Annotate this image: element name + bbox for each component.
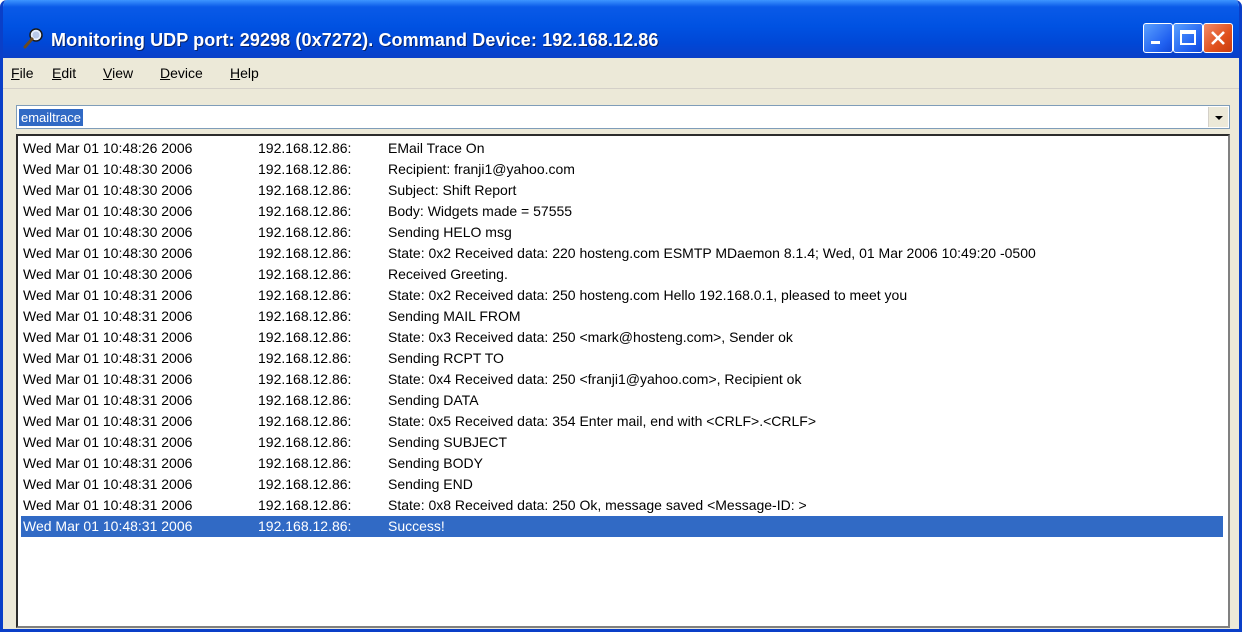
log-message: Sending END [388,476,473,492]
log-time: Wed Mar 01 10:48:31 2006 [23,287,193,303]
log-row[interactable]: Wed Mar 01 10:48:31 2006 192.168.12.86: St… [21,285,1223,306]
log-message: Success! [388,518,445,534]
log-ip: 192.168.12.86: [258,182,352,198]
close-button[interactable] [1203,23,1233,53]
log-time: Wed Mar 01 10:48:31 2006 [23,308,193,324]
log-ip: 192.168.12.86: [258,413,352,429]
log-row[interactable]: Wed Mar 01 10:48:26 2006 192.168.12.86: EM… [21,138,1223,159]
log-message: Sending MAIL FROM [388,308,521,324]
log-row-selected[interactable]: Wed Mar 01 10:48:31 2006 192.168.12.86: Su… [21,516,1223,537]
log-message: Sending RCPT TO [388,350,504,366]
title-bar[interactable]: Monitoring UDP port: 29298 (0x7272). Com… [3,0,1239,58]
log-row[interactable]: Wed Mar 01 10:48:31 2006 192.168.12.86: St… [21,327,1223,348]
menu-bar: File Edit View Device Help [3,58,1239,89]
log-time: Wed Mar 01 10:48:26 2006 [23,140,193,156]
menu-view[interactable]: View [103,65,133,81]
log-ip: 192.168.12.86: [258,203,352,219]
app-window: Monitoring UDP port: 29298 (0x7272). Com… [0,0,1242,632]
window-title: Monitoring UDP port: 29298 (0x7272). Com… [51,30,659,50]
log-time: Wed Mar 01 10:48:31 2006 [23,434,193,450]
log-row[interactable]: Wed Mar 01 10:48:31 2006 192.168.12.86: Se… [21,453,1223,474]
log-ip: 192.168.12.86: [258,308,352,324]
log-time: Wed Mar 01 10:48:31 2006 [23,455,193,471]
log-listbox[interactable]: Wed Mar 01 10:48:26 2006 192.168.12.86: EM… [16,134,1230,628]
combo-dropdown-button[interactable] [1208,107,1228,127]
minimize-icon [1151,41,1160,44]
log-message: Sending DATA [388,392,479,408]
log-time: Wed Mar 01 10:48:31 2006 [23,329,193,345]
log-time: Wed Mar 01 10:48:30 2006 [23,182,193,198]
log-time: Wed Mar 01 10:48:30 2006 [23,161,193,177]
log-time: Wed Mar 01 10:48:31 2006 [23,518,193,534]
log-message: State: 0x3 Received data: 250 <mark@host… [388,329,793,345]
maximize-icon [1180,30,1196,45]
log-message: Sending HELO msg [388,224,512,240]
log-row[interactable]: Wed Mar 01 10:48:31 2006 192.168.12.86: St… [21,411,1223,432]
log-row[interactable]: Wed Mar 01 10:48:31 2006 192.168.12.86: St… [21,369,1223,390]
log-time: Wed Mar 01 10:48:31 2006 [23,371,193,387]
log-row[interactable]: Wed Mar 01 10:48:30 2006 192.168.12.86: St… [21,243,1223,264]
log-ip: 192.168.12.86: [258,392,352,408]
log-message: State: 0x4 Received data: 250 <franji1@y… [388,371,802,387]
log-time: Wed Mar 01 10:48:31 2006 [23,350,193,366]
log-message: Received Greeting. [388,266,508,282]
menu-edit[interactable]: Edit [52,65,76,81]
chevron-down-icon [1215,116,1223,120]
maximize-button[interactable] [1173,23,1203,53]
log-row[interactable]: Wed Mar 01 10:48:31 2006 192.168.12.86: Se… [21,474,1223,495]
log-row[interactable]: Wed Mar 01 10:48:31 2006 192.168.12.86: Se… [21,432,1223,453]
log-ip: 192.168.12.86: [258,140,352,156]
log-row[interactable]: Wed Mar 01 10:48:30 2006 192.168.12.86: Re… [21,264,1223,285]
log-message: State: 0x2 Received data: 220 hosteng.co… [388,245,1036,261]
log-ip: 192.168.12.86: [258,161,352,177]
log-ip: 192.168.12.86: [258,476,352,492]
log-ip: 192.168.12.86: [258,497,352,513]
menu-file[interactable]: File [11,65,34,81]
log-message: State: 0x8 Received data: 250 Ok, messag… [388,497,807,513]
log-ip: 192.168.12.86: [258,224,352,240]
log-message: EMail Trace On [388,140,485,156]
log-ip: 192.168.12.86: [258,245,352,261]
log-message: Body: Widgets made = 57555 [388,203,573,219]
log-message: Subject: Shift Report [388,182,517,198]
minimize-button[interactable] [1143,23,1173,53]
menu-device[interactable]: Device [160,65,203,81]
log-ip: 192.168.12.86: [258,350,352,366]
log-row[interactable]: Wed Mar 01 10:48:30 2006 192.168.12.86: Bo… [21,201,1223,222]
log-ip: 192.168.12.86: [258,287,352,303]
log-time: Wed Mar 01 10:48:30 2006 [23,266,193,282]
log-row[interactable]: Wed Mar 01 10:48:30 2006 192.168.12.86: Re… [21,159,1223,180]
log-ip: 192.168.12.86: [258,434,352,450]
log-time: Wed Mar 01 10:48:30 2006 [23,224,193,240]
log-time: Wed Mar 01 10:48:30 2006 [23,245,193,261]
log-row[interactable]: Wed Mar 01 10:48:31 2006 192.168.12.86: Se… [21,348,1223,369]
log-message: State: 0x5 Received data: 354 Enter mail… [388,413,817,429]
magnifier-icon [23,27,45,49]
log-ip: 192.168.12.86: [258,371,352,387]
log-time: Wed Mar 01 10:48:31 2006 [23,413,193,429]
menu-help[interactable]: Help [230,65,259,81]
log-message: State: 0x2 Received data: 250 hosteng.co… [388,287,908,303]
log-row[interactable]: Wed Mar 01 10:48:30 2006 192.168.12.86: Se… [21,222,1223,243]
log-message: Sending BODY [388,455,483,471]
log-ip: 192.168.12.86: [258,518,352,534]
log-time: Wed Mar 01 10:48:31 2006 [23,476,193,492]
log-ip: 192.168.12.86: [258,329,352,345]
command-combobox[interactable]: emailtrace [16,105,1230,129]
log-ip: 192.168.12.86: [258,455,352,471]
log-row[interactable]: Wed Mar 01 10:48:30 2006 192.168.12.86: Su… [21,180,1223,201]
log-time: Wed Mar 01 10:48:30 2006 [23,203,193,219]
log-message: Recipient: franji1@yahoo.com [388,161,575,177]
log-message: Sending SUBJECT [388,434,508,450]
log-row[interactable]: Wed Mar 01 10:48:31 2006 192.168.12.86: Se… [21,390,1223,411]
command-input[interactable]: emailtrace [19,109,83,126]
log-ip: 192.168.12.86: [258,266,352,282]
log-time: Wed Mar 01 10:48:31 2006 [23,497,193,513]
log-row[interactable]: Wed Mar 01 10:48:31 2006 192.168.12.86: St… [21,495,1223,516]
close-icon [1211,31,1225,45]
log-time: Wed Mar 01 10:48:31 2006 [23,392,193,408]
log-row[interactable]: Wed Mar 01 10:48:31 2006 192.168.12.86: Se… [21,306,1223,327]
